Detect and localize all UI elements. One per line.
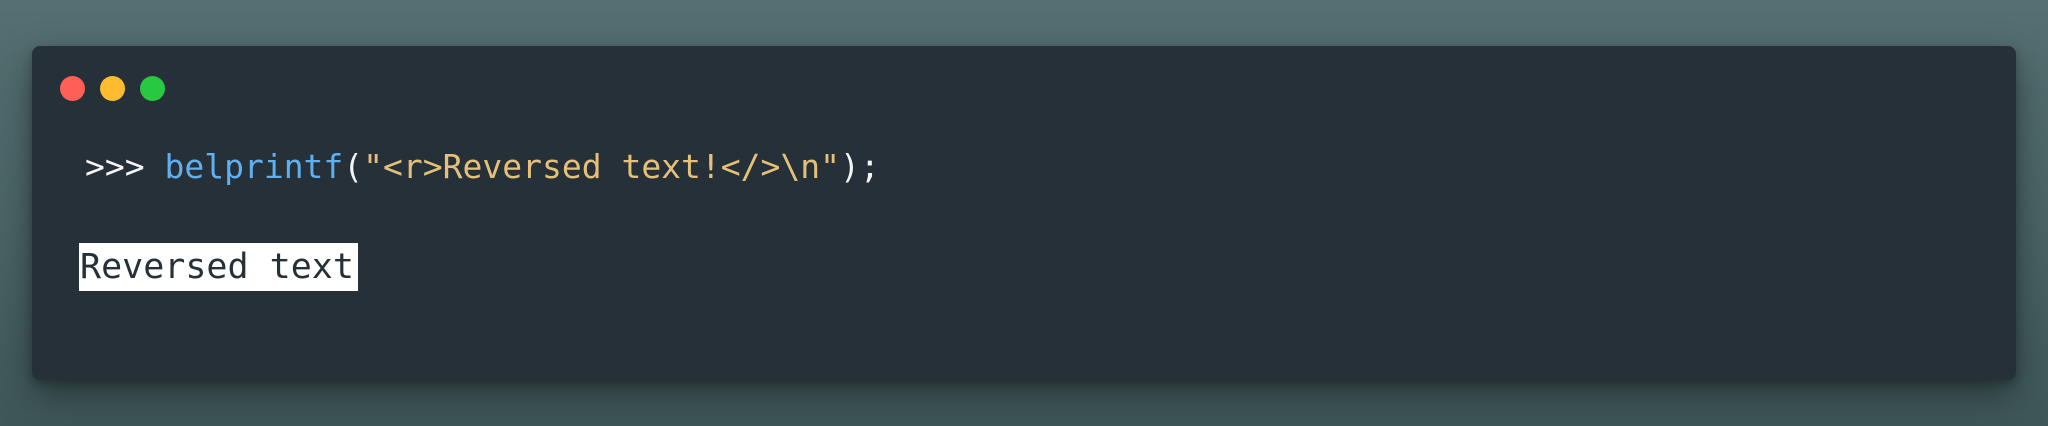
open-paren: ( <box>343 147 364 186</box>
reversed-output-text: Reversed text <box>79 243 358 291</box>
close-window-icon[interactable] <box>60 76 85 101</box>
window-controls <box>60 76 165 101</box>
close-paren: ); <box>840 147 880 186</box>
zoom-window-icon[interactable] <box>140 76 165 101</box>
command-line: >>> belprintf("<r>Reversed text!</>\n"); <box>85 150 880 183</box>
minimize-window-icon[interactable] <box>100 76 125 101</box>
function-name: belprintf <box>164 147 344 186</box>
prompt-symbol: >>> <box>85 147 145 186</box>
terminal-window: >>> belprintf("<r>Reversed text!</>\n");… <box>32 46 2016 380</box>
string-argument: "<r>Reversed text!</>\n" <box>363 147 840 186</box>
